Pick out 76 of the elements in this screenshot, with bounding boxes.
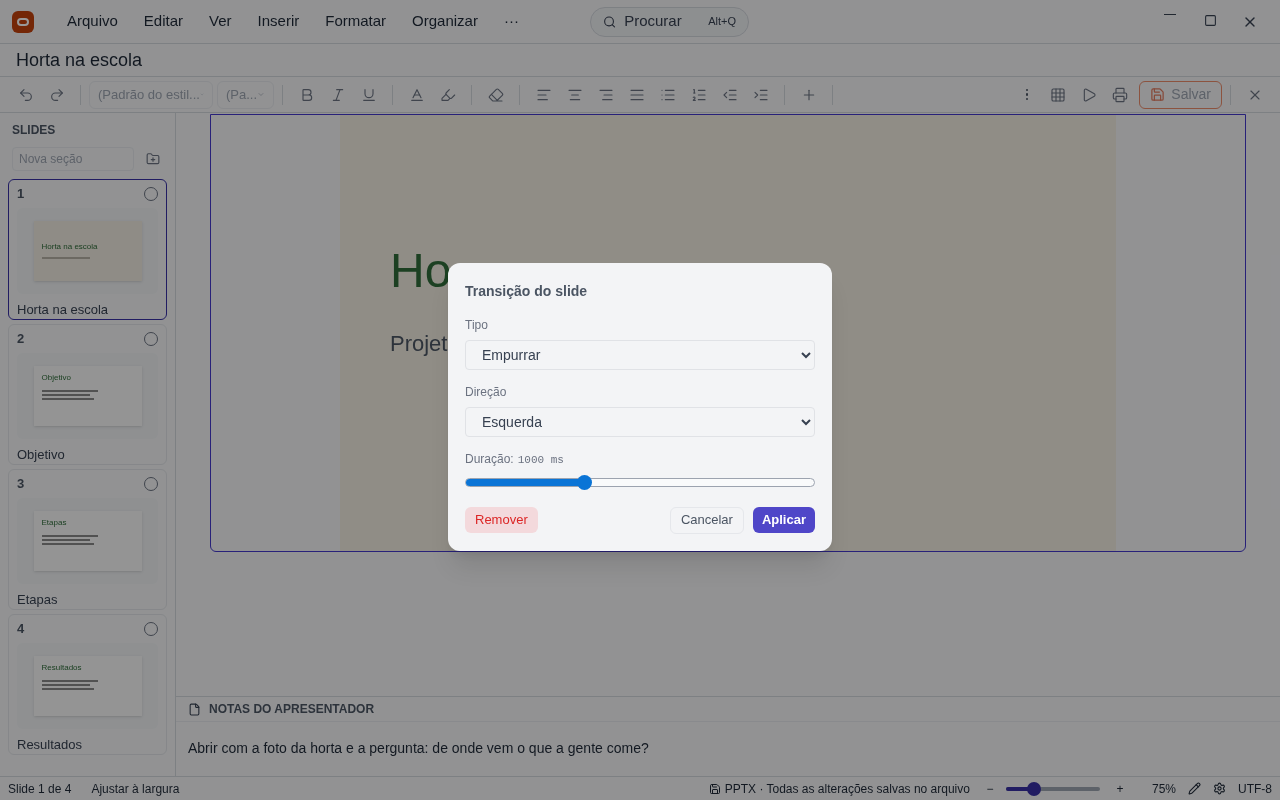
slide-position: Slide 1 de 4 xyxy=(8,780,72,798)
zoom-thumb[interactable] xyxy=(1027,781,1042,796)
maximize-icon xyxy=(1203,13,1217,27)
notes-heading: NOTAS DO APRESENTADOR xyxy=(209,701,375,718)
highlighter-icon xyxy=(439,86,456,103)
slide-card[interactable]: 3 Etapas Etapas xyxy=(8,469,167,610)
slide-subtitle-text: Projet xyxy=(390,330,448,358)
type-select[interactable]: Empurrar xyxy=(465,340,815,370)
thumbnail-title: Resultados xyxy=(41,663,82,672)
cancel-button[interactable]: Cancelar xyxy=(669,506,744,534)
numbered-list-icon xyxy=(690,86,707,103)
duration-value: 1000 ms xyxy=(517,453,564,468)
menu-item[interactable]: ··· xyxy=(490,10,532,33)
direction-select[interactable]: Esquerda xyxy=(465,407,815,437)
thumbnail-title: Objetivo xyxy=(41,373,71,382)
slide-title-text: Ho xyxy=(390,247,452,295)
folder-plus-icon xyxy=(145,152,160,166)
apply-button[interactable]: Aplicar xyxy=(752,507,815,533)
menu-item[interactable]: Arquivo xyxy=(54,10,131,33)
document-title: Horta na escola xyxy=(16,48,143,72)
zoom-in-button[interactable]: + xyxy=(1111,779,1128,798)
menu-item[interactable]: Ver xyxy=(196,10,245,33)
minimize-icon xyxy=(1164,13,1176,15)
zoom-level: 75% xyxy=(1151,780,1176,798)
fit-width-button[interactable]: Ajustar à largura xyxy=(91,779,180,798)
search-input[interactable]: Procurar xyxy=(624,10,701,33)
slide-title: Etapas xyxy=(17,590,59,609)
slide-title: Objetivo xyxy=(17,445,66,464)
thumbnail-text-lines xyxy=(41,534,98,545)
shortcut-hint: Alt+Q xyxy=(708,14,736,30)
menu-item[interactable]: Organizar xyxy=(399,10,491,33)
dialog-title: Transição do slide xyxy=(465,282,589,301)
slide-card[interactable]: 1 Horta na escola Horta na escola xyxy=(8,179,167,320)
slide-card[interactable]: 2 Objetivo Objetivo xyxy=(8,324,167,465)
settings-icon xyxy=(1213,782,1226,795)
slide-number: 4 xyxy=(17,620,25,638)
app-logo-icon xyxy=(12,10,34,33)
search-field[interactable]: Procurar Alt+Q xyxy=(589,6,749,37)
slide-number: 1 xyxy=(17,185,25,203)
eraser-icon xyxy=(487,86,504,103)
text-color-icon xyxy=(408,86,425,103)
slide-card[interactable]: 4 Resultados Resultados xyxy=(8,614,167,755)
duration-thumb[interactable] xyxy=(577,474,593,490)
slide-title: Horta na escola xyxy=(17,300,110,319)
thumbnail-text-lines xyxy=(41,389,98,400)
undo-icon xyxy=(17,86,34,103)
save-status: PPTX · Todas as alterações salvas no arquivo xyxy=(724,780,970,798)
notes-text: Abrir com a foto da horta e a pergunta: de onde vem o que a gente come? xyxy=(187,739,650,758)
thumbnail-title: Etapas xyxy=(41,518,67,527)
printer-icon xyxy=(1111,86,1128,103)
save-icon xyxy=(708,782,721,795)
duration-slider[interactable] xyxy=(465,477,815,487)
thumbnail-title: Horta na escola xyxy=(41,242,98,251)
menu-item[interactable]: Inserir xyxy=(244,10,313,33)
encoding: UTF-8 xyxy=(1238,780,1272,798)
save-icon xyxy=(1150,87,1166,102)
thumbnail-subtitle-line xyxy=(41,256,90,259)
duration-label: Duração: xyxy=(465,451,514,468)
underline-icon xyxy=(360,86,377,103)
pencil-icon xyxy=(1188,782,1201,795)
search-icon xyxy=(602,13,617,30)
grid-icon xyxy=(1049,86,1066,103)
note-icon xyxy=(188,702,201,716)
menu-item[interactable]: Formatar xyxy=(312,10,400,33)
zoom-slider[interactable] xyxy=(1005,781,1100,796)
menu-item[interactable]: Editar xyxy=(130,10,197,33)
thumbnail-text-lines xyxy=(41,679,98,690)
direction-label: Direção xyxy=(465,384,508,401)
zoom-out-button[interactable]: − xyxy=(981,779,998,798)
type-label: Tipo xyxy=(465,317,489,334)
slide-number: 3 xyxy=(17,475,25,493)
slide-number: 2 xyxy=(17,330,25,348)
redo-icon xyxy=(48,86,65,103)
sidebar-heading: SLIDES xyxy=(11,122,57,139)
slide-title: Resultados xyxy=(17,735,84,754)
remove-button[interactable]: Remover xyxy=(465,507,538,533)
